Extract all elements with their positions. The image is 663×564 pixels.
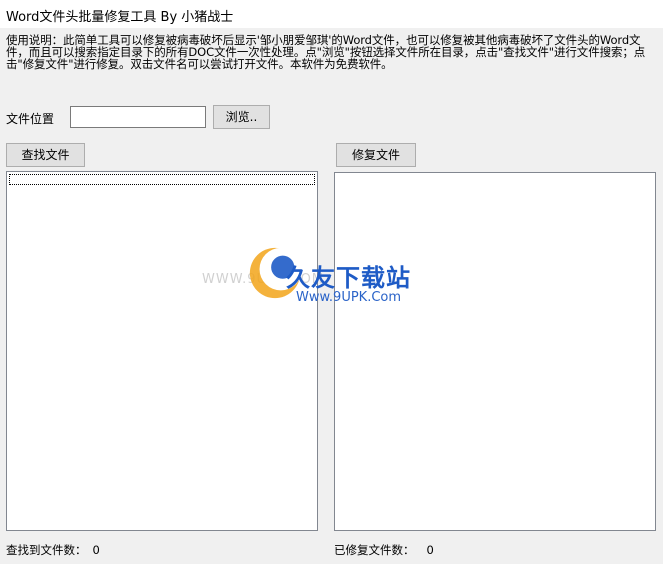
repair-files-button[interactable]: 修复文件 [336, 143, 416, 167]
repaired-count-status: 已修复文件数： 0 [334, 542, 434, 558]
file-location-label: 文件位置 [6, 112, 55, 126]
found-count-value: 0 [92, 543, 100, 557]
file-location-input[interactable] [70, 106, 206, 128]
window-title: Word文件头批量修复工具 By 小猪战士 [6, 10, 234, 25]
found-files-list[interactable] [6, 171, 318, 531]
repaired-count-value: 0 [426, 543, 434, 557]
found-count-label: 查找到文件数： [6, 543, 87, 557]
find-files-button[interactable]: 查找文件 [6, 143, 85, 167]
usage-instructions: 使用说明：此简单工具可以修复被病毒破坏后显示'邹小朋爱邹琪'的Word文件，也可… [6, 33, 646, 71]
repaired-files-list[interactable] [334, 172, 656, 531]
list-focus-row[interactable] [9, 174, 315, 185]
title-bar[interactable]: Word文件头批量修复工具 By 小猪战士 [0, 0, 663, 29]
found-count-status: 查找到文件数： 0 [6, 542, 100, 558]
browse-button[interactable]: 浏览.. [213, 105, 270, 129]
repaired-count-label: 已修复文件数： [334, 543, 415, 557]
app-window: Word文件头批量修复工具 By 小猪战士 使用说明：此简单工具可以修复被病毒破… [0, 0, 663, 564]
